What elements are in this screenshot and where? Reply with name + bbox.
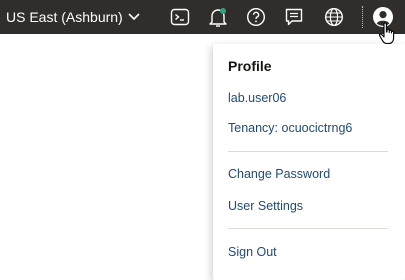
help-icon[interactable] [244,5,268,29]
sign-out-link[interactable]: Sign Out [228,245,277,259]
notifications-icon[interactable] [206,5,230,29]
region-label: US East (Ashburn) [6,9,123,25]
user-settings-link[interactable]: User Settings [228,199,303,213]
pointer-hand-icon [378,22,398,46]
profile-menu-heading: Profile [228,58,272,74]
profile-menu: Profile lab.user06 Tenancy: ocuocictrng6… [213,44,405,280]
tenancy-link[interactable]: Tenancy: ocuocictrng6 [228,121,352,135]
top-navigation-bar: US East (Ashburn) [0,0,405,34]
topbar-divider [362,6,363,28]
username-link[interactable]: lab.user06 [228,91,286,105]
region-selector[interactable]: US East (Ashburn) [6,0,140,34]
menu-divider [228,151,388,152]
language-icon[interactable] [322,5,346,29]
menu-divider [228,228,388,229]
change-password-link[interactable]: Change Password [228,167,330,181]
feedback-icon[interactable] [282,5,306,29]
chevron-down-icon [128,13,140,21]
cloud-shell-icon[interactable] [168,5,192,29]
